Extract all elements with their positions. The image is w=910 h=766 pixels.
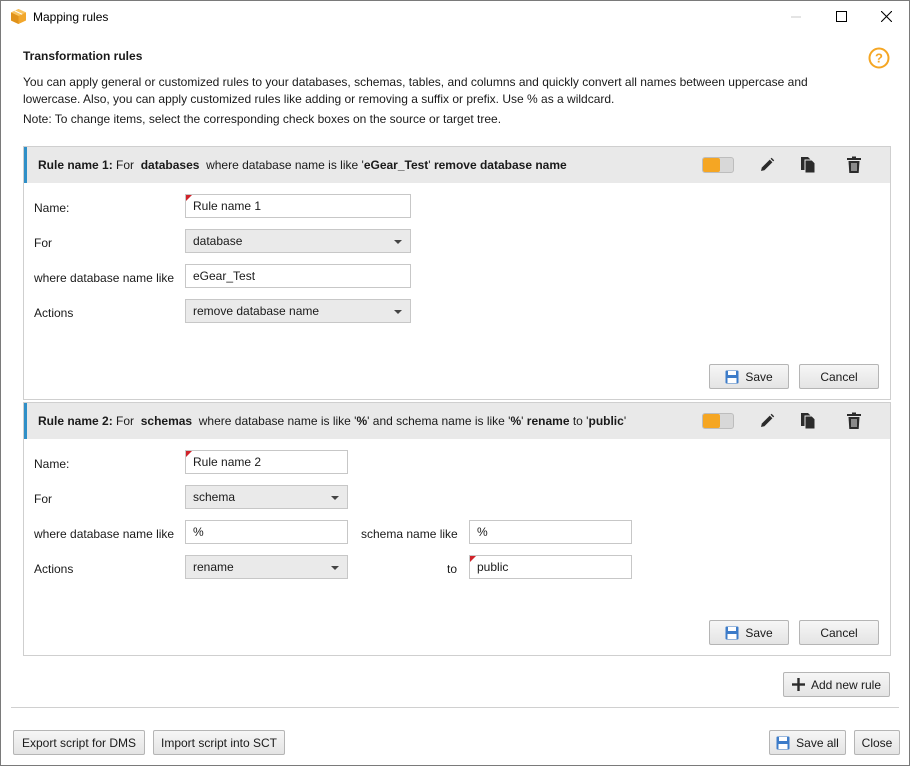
delete-icon[interactable] <box>845 156 863 174</box>
svg-text:?: ? <box>875 51 883 66</box>
section-description: You can apply general or customized rule… <box>23 75 808 106</box>
name-label-2: Name: <box>34 457 70 471</box>
database-pattern-input-1[interactable]: eGear_Test <box>185 264 411 288</box>
rule-card-2: Rule name 2: For schemas where database … <box>23 402 891 656</box>
window-title: Mapping rules <box>33 10 109 24</box>
rule-header-2[interactable]: Rule name 2: For schemas where database … <box>24 403 890 439</box>
rule-card-1: Rule name 1: For databases where databas… <box>23 146 891 400</box>
name-label-1: Name: <box>34 201 70 215</box>
import-script-label: Import script into SCT <box>160 735 278 750</box>
maximize-button[interactable] <box>818 1 864 32</box>
save-all-button[interactable]: Save all <box>769 730 846 755</box>
actions-select-value-1: remove database name <box>193 304 320 318</box>
chevron-down-icon <box>394 240 402 244</box>
for-select-value-2: schema <box>193 490 236 504</box>
actions-select-value-2: rename <box>193 560 234 574</box>
rename-target-input-2[interactable]: public <box>469 555 632 579</box>
save-rule-button-2[interactable]: Save <box>709 620 789 645</box>
rule-name-input-1[interactable]: Rule name 1 <box>185 194 411 218</box>
minimize-button[interactable] <box>773 1 819 32</box>
save-rule-button-1[interactable]: Save <box>709 364 789 389</box>
actions-label-2: Actions <box>34 562 74 576</box>
schema-name-label-2: schema name like <box>361 527 458 541</box>
save-all-label: Save all <box>796 735 839 750</box>
edit-icon[interactable] <box>758 156 776 174</box>
save-icon <box>725 626 739 639</box>
for-select-2[interactable]: schema <box>185 485 348 509</box>
save-label-2: Save <box>745 625 773 640</box>
where-database-label-2: where database name like <box>34 527 175 541</box>
export-script-label: Export script for DMS <box>21 735 137 750</box>
save-icon <box>725 370 739 383</box>
section-note: Note: To change items, select the corres… <box>23 112 502 126</box>
copy-icon[interactable] <box>799 156 817 174</box>
add-new-rule-label: Add new rule <box>810 677 882 692</box>
actions-select-2[interactable]: rename <box>185 555 348 579</box>
add-new-rule-button[interactable]: Add new rule <box>783 672 890 697</box>
minimize-icon <box>791 16 801 17</box>
close-icon <box>880 11 892 22</box>
to-label-2: to <box>447 562 458 576</box>
cancel-label-2: Cancel <box>820 625 858 640</box>
close-window-button[interactable] <box>863 1 909 32</box>
footer-divider <box>11 707 899 708</box>
app-box-icon <box>11 9 26 24</box>
dialog-content: Transformation rules ? You can apply gen… <box>1 32 909 765</box>
actions-select-1[interactable]: remove database name <box>185 299 411 323</box>
maximize-icon <box>835 11 847 22</box>
help-icon[interactable]: ? <box>868 47 890 69</box>
for-label-2: For <box>34 492 52 506</box>
copy-icon[interactable] <box>799 412 817 430</box>
save-icon <box>776 736 790 749</box>
save-label-1: Save <box>745 369 773 384</box>
database-pattern-input-2[interactable]: % <box>185 520 348 544</box>
chevron-down-icon <box>331 566 339 570</box>
title-bar: Mapping rules <box>1 1 909 32</box>
mapping-rules-window: Mapping rules Transformation rules ? You… <box>0 0 910 766</box>
import-script-button[interactable]: Import script into SCT <box>153 730 285 755</box>
rule-enabled-toggle-2[interactable] <box>702 413 734 429</box>
plus-icon <box>791 678 805 691</box>
actions-label-1: Actions <box>34 306 74 320</box>
rule-summary-2: Rule name 2: For schemas where database … <box>38 414 627 428</box>
close-button[interactable]: Close <box>854 730 900 755</box>
section-title: Transformation rules <box>23 49 143 63</box>
where-database-label-1: where database name like <box>34 271 175 285</box>
delete-icon[interactable] <box>845 412 863 430</box>
cancel-rule-button-1[interactable]: Cancel <box>799 364 879 389</box>
for-select-1[interactable]: database <box>185 229 411 253</box>
edit-icon[interactable] <box>758 412 776 430</box>
cancel-label-1: Cancel <box>820 369 858 384</box>
schema-pattern-input-2[interactable]: % <box>469 520 632 544</box>
rule-name-input-2[interactable]: Rule name 2 <box>185 450 348 474</box>
rule-summary-1: Rule name 1: For databases where databas… <box>38 158 567 172</box>
chevron-down-icon <box>331 496 339 500</box>
for-label-1: For <box>34 236 52 250</box>
export-script-button[interactable]: Export script for DMS <box>13 730 145 755</box>
rule-enabled-toggle-1[interactable] <box>702 157 734 173</box>
close-label: Close <box>861 735 893 750</box>
cancel-rule-button-2[interactable]: Cancel <box>799 620 879 645</box>
chevron-down-icon <box>394 310 402 314</box>
for-select-value-1: database <box>193 234 243 248</box>
rule-header-1[interactable]: Rule name 1: For databases where databas… <box>24 147 890 183</box>
